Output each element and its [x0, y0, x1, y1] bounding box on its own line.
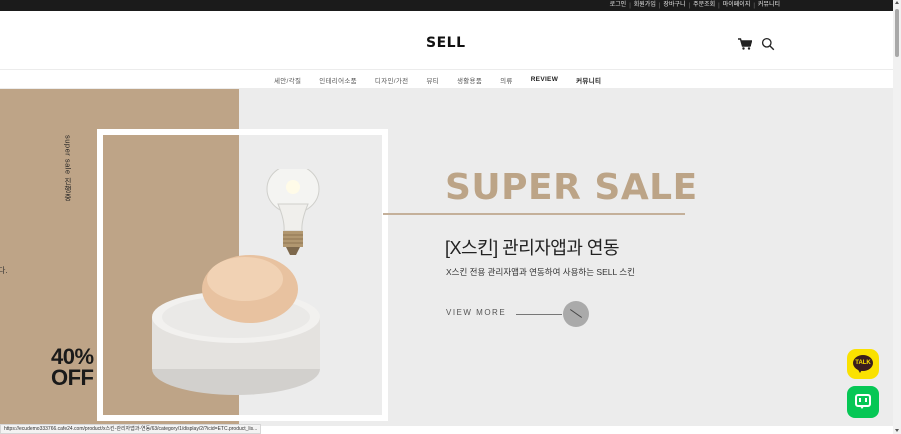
scrollbar-thumb[interactable]: [895, 9, 899, 57]
cart-icon[interactable]: [738, 38, 752, 50]
nav-item-interior[interactable]: 인테리어소품: [319, 75, 357, 85]
top-link-cart[interactable]: 장바구니: [660, 0, 688, 11]
nav-list: 세안/각질 인테리어소품 디자인/가전 뷰티 생활용품 의류 REVIEW 커뮤…: [274, 70, 619, 89]
nav-item-cleansing[interactable]: 세안/각질: [274, 75, 301, 85]
scroll-up-arrow-icon[interactable]: [895, 1, 899, 4]
banner-subtitle: [X스킨] 관리자앱과 연동: [445, 238, 620, 258]
discount-percent: 40% OFF: [51, 344, 94, 390]
nav-item-review[interactable]: REVIEW: [531, 76, 558, 83]
nav-item-living[interactable]: 생활용품: [457, 75, 482, 85]
product-image: [152, 169, 320, 395]
sale-title: SUPER SALE: [445, 167, 698, 208]
scroll-down-arrow-icon[interactable]: [895, 429, 899, 432]
title-divider: [383, 213, 685, 215]
clipped-text: 다.: [0, 266, 8, 275]
nav-item-digital[interactable]: 디자인/가전: [375, 75, 409, 85]
top-utility-bar: 로그인 | 회원가입 | 장바구니 | 주문조회 | 마이페이지 | 커뮤니티: [0, 0, 893, 11]
main-navigation: 세안/각질 인테리어소품 디자인/가전 뷰티 생활용품 의류 REVIEW 커뮤…: [0, 69, 893, 89]
browser-status-url: https://ecudemo333766.cafe24.com/product…: [0, 424, 262, 434]
vertical-caption: super sale 진행중: [58, 135, 78, 235]
top-link-mypage[interactable]: 마이페이지: [720, 0, 754, 11]
site-logo[interactable]: SELL: [426, 35, 466, 51]
discount-off-label: OFF: [51, 365, 94, 390]
banner-description: X스킨 전용 관리자앱과 연동하여 사용하는 SELL 스킨: [446, 267, 635, 277]
top-link-login[interactable]: 로그인: [607, 0, 630, 11]
chat-box-shape: [855, 394, 871, 409]
vertical-scrollbar[interactable]: [893, 0, 901, 434]
view-more-arrow-icon[interactable]: [563, 301, 589, 327]
vertical-caption-text: super sale 진행중: [63, 135, 73, 202]
chat-dots: [859, 398, 861, 402]
nav-item-clothing[interactable]: 의류: [500, 75, 513, 85]
top-link-order[interactable]: 주문조회: [690, 0, 718, 11]
nav-item-beauty[interactable]: 뷰티: [426, 75, 439, 85]
view-more-line: [516, 314, 562, 315]
header: SELL: [0, 11, 893, 69]
top-links: 로그인 | 회원가입 | 장바구니 | 주문조회 | 마이페이지 | 커뮤니티: [607, 0, 783, 11]
search-icon[interactable]: [761, 37, 775, 51]
discount-percent-value: 40%: [51, 344, 94, 369]
top-link-community[interactable]: 커뮤니티: [755, 0, 783, 11]
line-chat-icon[interactable]: [847, 386, 879, 418]
view-more-link[interactable]: VIEW MORE: [446, 308, 506, 317]
nav-item-community[interactable]: 커뮤니티: [576, 75, 601, 85]
top-link-join[interactable]: 회원가입: [631, 0, 659, 11]
kakao-talk-label: TALK: [855, 360, 871, 366]
kakaotalk-icon[interactable]: TALK: [847, 349, 879, 379]
hero-banner[interactable]: super sale 진행중 다. 40% OFF SUPER SALE [X스…: [0, 89, 893, 426]
